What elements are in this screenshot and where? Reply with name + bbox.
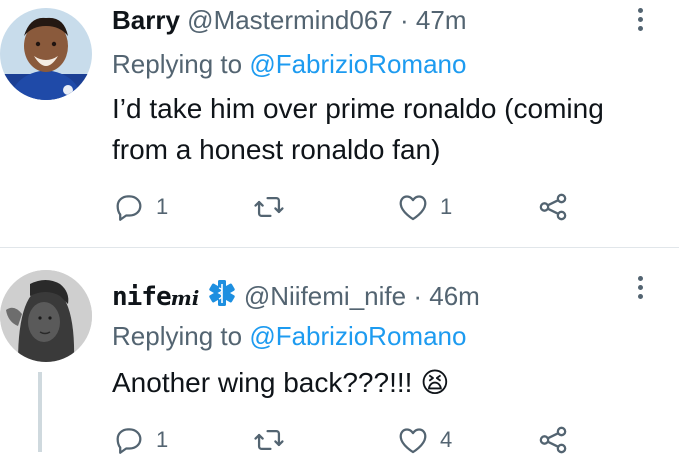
share-icon: [539, 193, 567, 221]
tweet[interactable]: nifemi @Niifemi_nife · 46m Replying to @…: [0, 248, 679, 454]
replying-to-mention[interactable]: @FabrizioRomano: [249, 321, 466, 351]
tweet-actions: 1 1: [112, 187, 612, 227]
reply-button[interactable]: 1: [112, 187, 168, 227]
reply-count: 1: [156, 427, 169, 452]
avatar[interactable]: [0, 270, 92, 362]
retweet-button[interactable]: [252, 187, 296, 227]
user-handle[interactable]: @Niifemi_nife: [244, 281, 406, 311]
like-count: 4: [440, 427, 453, 452]
separator-dot: ·: [400, 5, 409, 35]
avatar[interactable]: [0, 8, 92, 100]
display-name-suffix: mi: [170, 286, 200, 310]
like-icon: [399, 195, 427, 221]
tweet-text: I’d take him over prime ronaldo (coming …: [112, 93, 604, 165]
tweet-header: Barry @Mastermind067 · 47m: [112, 5, 466, 35]
reply-count: 1: [156, 194, 169, 219]
like-button[interactable]: 4: [396, 420, 452, 460]
retweet-icon: [254, 196, 284, 218]
display-name[interactable]: Barry: [112, 5, 180, 35]
display-name[interactable]: nifemi: [112, 281, 200, 312]
more-icon[interactable]: [637, 276, 645, 303]
reply-icon: [116, 195, 142, 221]
share-button[interactable]: [536, 187, 570, 227]
display-name-prefix: nife: [112, 282, 172, 312]
retweet-icon: [254, 429, 284, 451]
share-icon: [539, 426, 567, 454]
share-button[interactable]: [536, 420, 570, 460]
retweet-button[interactable]: [252, 420, 296, 460]
tweet-actions: 1 4: [112, 420, 612, 460]
like-count: 1: [440, 194, 453, 219]
replying-to-label: Replying to: [112, 49, 250, 79]
replying-to-label: Replying to: [112, 321, 250, 351]
replying-to: Replying to @FabrizioRomano: [112, 49, 466, 79]
more-icon[interactable]: [637, 8, 645, 35]
tweet[interactable]: Barry @Mastermind067 · 47m Replying to @…: [0, 0, 679, 247]
like-icon: [399, 428, 427, 454]
reply-button[interactable]: 1: [112, 420, 168, 460]
user-handle[interactable]: @Mastermind067: [187, 5, 393, 35]
reply-icon: [116, 428, 142, 454]
timestamp[interactable]: 46m: [429, 281, 480, 311]
like-button[interactable]: 1: [396, 187, 452, 227]
tweet-text: Another wing back???!!! 😫: [112, 367, 450, 398]
replying-to: Replying to @FabrizioRomano: [112, 321, 466, 351]
separator-dot: ·: [413, 281, 422, 311]
thread-line: [38, 372, 42, 452]
tweet-header: nifemi @Niifemi_nife · 46m: [112, 278, 480, 313]
timestamp[interactable]: 47m: [416, 5, 467, 35]
medical-symbol-icon: [208, 280, 235, 306]
replying-to-mention[interactable]: @FabrizioRomano: [249, 49, 466, 79]
